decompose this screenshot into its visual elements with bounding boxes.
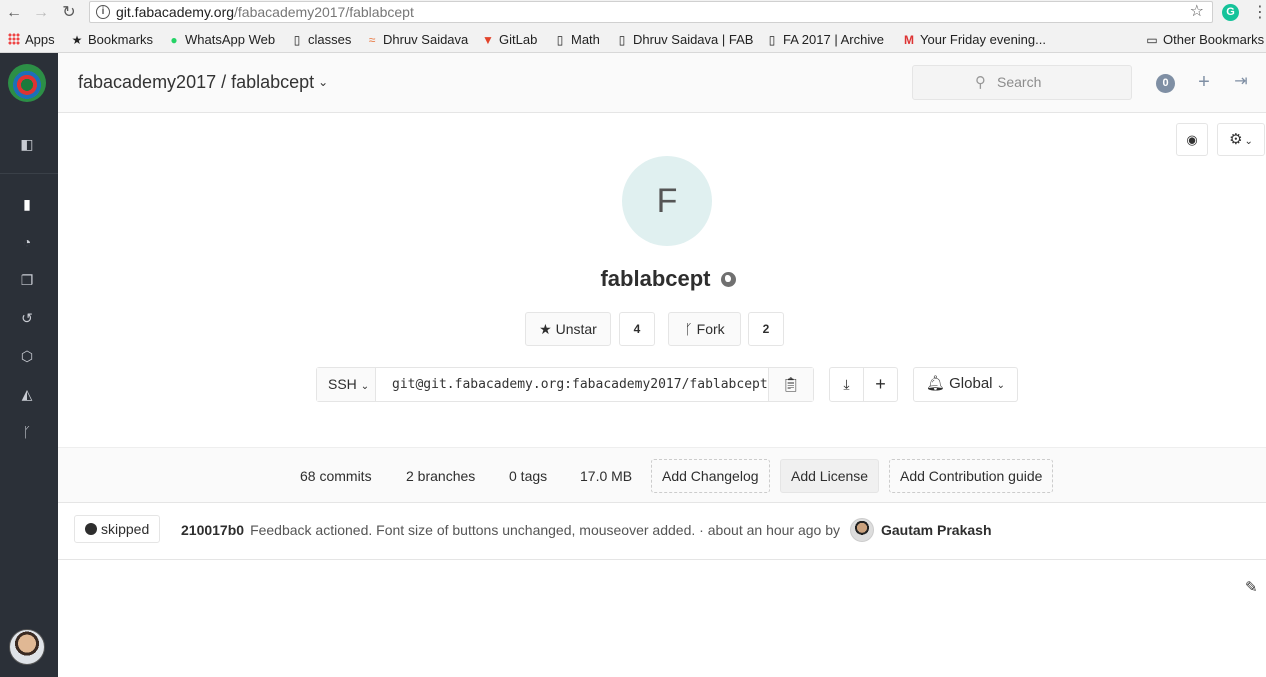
bookmark-dhruv[interactable]: ≈ Dhruv Saidava — [365, 31, 469, 48]
commit-summary: 210017b0 Feedback actioned. Font size of … — [181, 522, 840, 538]
todos-count-badge[interactable]: 0 — [1156, 74, 1175, 93]
page-icon: ▯ — [556, 33, 564, 47]
browser-toolbar: ← → ↻ i git.fabacademy.org/fabacademy201… — [0, 0, 1266, 26]
last-commit-row: skipped 210017b0 Feedback actioned. Font … — [58, 503, 1266, 560]
commit-message[interactable]: Feedback actioned. Font size of buttons … — [250, 522, 840, 538]
folder-icon: ▭ — [1146, 33, 1158, 47]
gear-icon: ⚙ — [1229, 131, 1243, 148]
bookmark-gitlab[interactable]: ▼ GitLab — [481, 31, 537, 48]
bookmark-apps[interactable]: Apps — [8, 31, 55, 48]
chevron-down-icon: ⌄ — [318, 75, 329, 89]
author-avatar[interactable] — [850, 518, 874, 542]
bookmark-bookmarks[interactable]: ★ Bookmarks — [70, 31, 153, 48]
info-icon[interactable]: i — [96, 5, 110, 19]
download-button[interactable]: ⤓ — [829, 367, 864, 402]
copy-url-button[interactable]: 📋︎ — [768, 368, 813, 401]
fork-icon: ᚴ — [684, 321, 693, 337]
download-icon: ⤓ — [843, 376, 850, 392]
clone-panel: SSH ⌄ git@git.fabacademy.org:fabacademy2… — [316, 367, 814, 402]
star-count[interactable]: 4 — [619, 312, 655, 346]
clone-protocol-dropdown[interactable]: SSH ⌄ — [317, 368, 376, 401]
add-changelog-button[interactable]: Add Changelog — [651, 459, 770, 493]
graphs-icon[interactable]: ◭ — [17, 384, 37, 404]
plus-icon: + — [875, 374, 886, 394]
reload-icon[interactable]: ↻ — [59, 3, 79, 23]
apps-grid-icon — [8, 33, 20, 45]
globe-icon — [720, 272, 736, 287]
user-avatar[interactable] — [9, 629, 45, 665]
pencil-icon[interactable]: ✎ — [1245, 578, 1258, 596]
add-contribution-guide-button[interactable]: Add Contribution guide — [889, 459, 1054, 493]
commit-author-link[interactable]: Gautam Prakash — [881, 522, 992, 538]
page-icon: ▯ — [768, 33, 776, 47]
add-license-button[interactable]: Add License — [780, 459, 880, 493]
project-title: fablabcept — [0, 266, 1266, 292]
grammarly-icon[interactable]: G — [1222, 4, 1239, 21]
chevron-down-icon: ⌄ — [360, 381, 370, 392]
breadcrumb[interactable]: fabacademy2017 / fablabcept ⌄ — [78, 72, 328, 93]
sidebar-divider — [0, 173, 58, 174]
bookmark-dhruv-fab[interactable]: ▯ Dhruv Saidava | FAB — [615, 31, 754, 48]
rss-button[interactable]: ◉ — [1176, 123, 1208, 156]
rss-icon: ◉ — [1186, 132, 1198, 147]
project-stats-bar: 68 commits 2 branches 0 tags 17.0 MB Add… — [58, 447, 1266, 503]
browser-menu-icon[interactable]: ⋮ — [1252, 2, 1266, 22]
address-bar[interactable]: i git.fabacademy.org/fabacademy2017/fabl… — [89, 1, 1213, 23]
plus-icon[interactable]: + — [1194, 70, 1214, 94]
project-avatar: F — [622, 156, 712, 246]
commits-link[interactable]: 68 commits — [300, 468, 372, 484]
gmail-icon: M — [904, 33, 914, 47]
add-new-button[interactable]: + — [863, 367, 898, 402]
page-icon: ▯ — [618, 33, 626, 47]
gitlab-header: fabacademy2017 / fablabcept ⌄ ⚲ Search 0 +… — [58, 53, 1266, 113]
bookmark-classes[interactable]: ▯ classes — [290, 31, 352, 48]
bookmark-icon[interactable]: ▮ — [17, 194, 37, 214]
cubes-icon[interactable]: ⬡ — [17, 346, 37, 366]
history-icon[interactable]: ↺ — [17, 308, 37, 328]
dashboard-icon[interactable]: ◔ — [17, 232, 37, 252]
url-host: git.fabacademy.org — [116, 4, 235, 20]
notification-dropdown[interactable]: 🔔︎ Global ⌄ — [913, 367, 1018, 402]
bookmarks-bar: Apps ★ Bookmarks ● WhatsApp Web ▯ classes ≈… — [0, 26, 1266, 53]
project-settings-button[interactable]: ⚙ ⌄ — [1217, 123, 1265, 156]
bookmark-gmail[interactable]: M Your Friday evening... — [902, 31, 1046, 48]
collapse-sidebar-icon[interactable]: ◧ — [17, 134, 37, 154]
clipboard-icon: 📋︎ — [782, 376, 800, 392]
pipeline-status-badge[interactable]: skipped — [74, 515, 161, 543]
swoosh-icon: ≈ — [368, 33, 376, 47]
fork-count[interactable]: 2 — [748, 312, 784, 346]
fork-button[interactable]: ᚴ Fork — [668, 312, 741, 346]
whatsapp-icon: ● — [170, 33, 178, 47]
bookmark-whatsapp[interactable]: ● WhatsApp Web — [167, 31, 275, 48]
repo-size: 17.0 MB — [580, 468, 633, 484]
star-icon: ★ — [71, 33, 83, 47]
star-icon: ★ — [539, 321, 552, 337]
sign-out-icon[interactable]: ⇥ — [1231, 70, 1251, 94]
fork-icon[interactable]: ᚴ — [17, 422, 37, 442]
fabacademy-logo[interactable] — [8, 64, 46, 102]
bookmark-fa-archive[interactable]: ▯ FA 2017 | Archive — [765, 31, 884, 48]
other-bookmarks[interactable]: ▭ Other Bookmarks — [1145, 31, 1264, 48]
chevron-down-icon: ⌄ — [996, 380, 1006, 391]
bell-icon: 🔔︎ — [925, 375, 945, 392]
gitlab-sidebar: ◧ ▮ ◔ ❐ ↺ ⬡ ◭ ᚴ — [0, 53, 58, 677]
tags-link[interactable]: 0 tags — [509, 468, 547, 484]
branches-link[interactable]: 2 branches — [406, 468, 475, 484]
bookmark-math[interactable]: ▯ Math — [553, 31, 600, 48]
bookmark-star-icon[interactable]: ☆ — [1190, 2, 1204, 22]
forward-icon[interactable]: → — [31, 3, 51, 23]
page-icon: ▯ — [293, 33, 301, 47]
search-icon: ⚲ — [975, 74, 986, 91]
gitlab-icon: ▼ — [482, 33, 494, 47]
chevron-down-icon: ⌄ — [1244, 136, 1253, 147]
search-input[interactable]: ⚲ Search — [912, 65, 1132, 100]
clone-url-input[interactable]: git@git.fabacademy.org:fabacademy2017/fa… — [377, 368, 767, 401]
commit-sha-link[interactable]: 210017b0 — [181, 522, 244, 538]
unstar-button[interactable]: ★ Unstar — [525, 312, 611, 346]
back-icon[interactable]: ← — [4, 3, 24, 23]
url-path: /fabacademy2017/fablabcept — [234, 4, 414, 20]
